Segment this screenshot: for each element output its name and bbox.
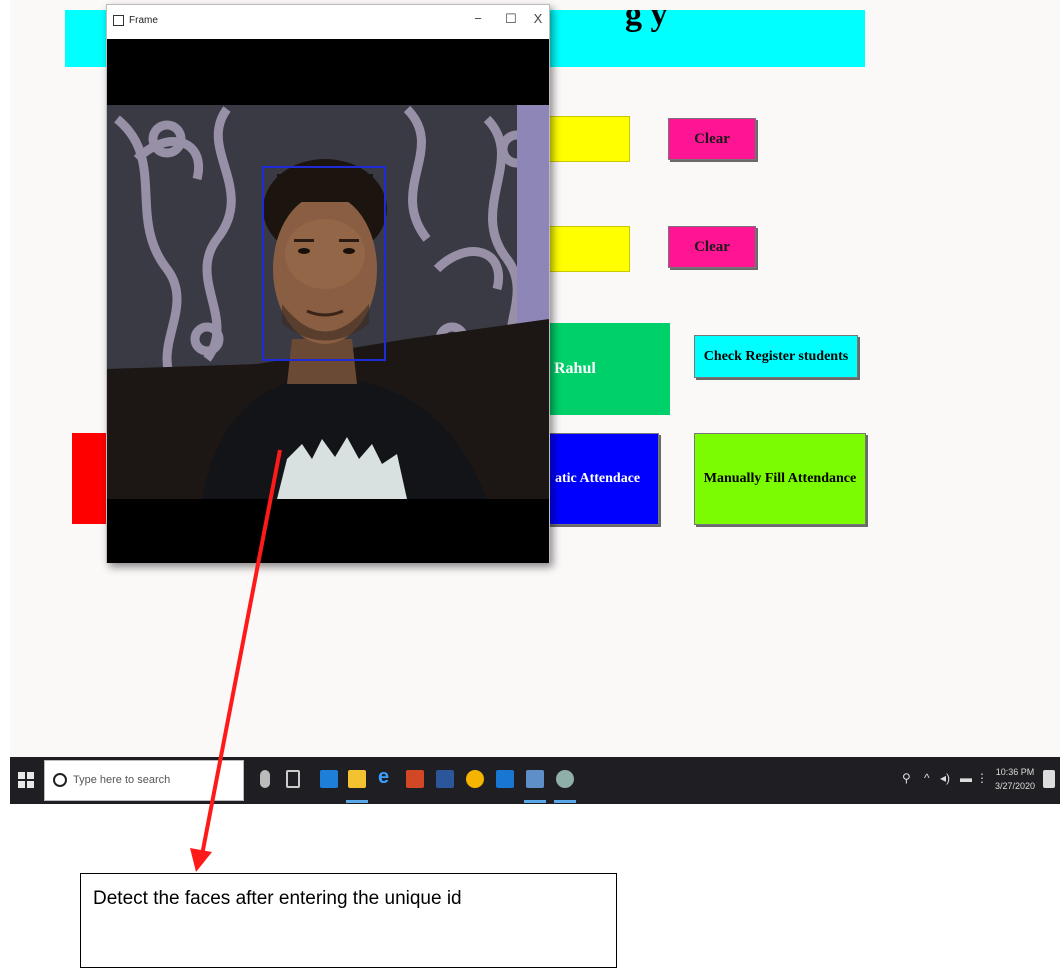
annotation-caption-text: Detect the faces after entering the uniq… <box>93 888 462 909</box>
annotation-caption-box: Detect the faces after entering the uniq… <box>80 873 617 968</box>
annotation-arrow <box>190 449 282 872</box>
